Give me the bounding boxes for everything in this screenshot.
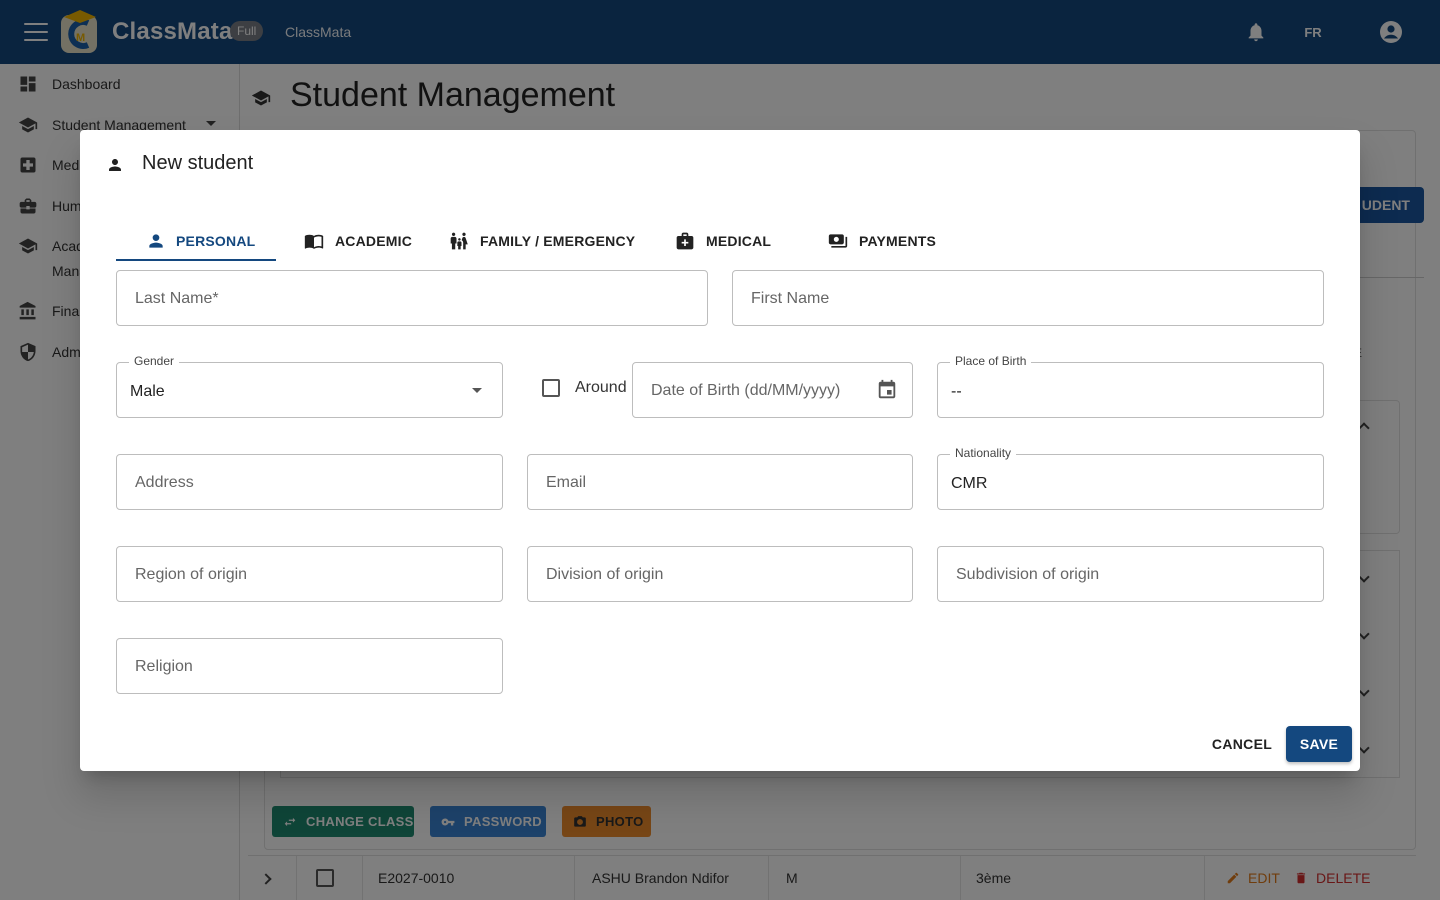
calendar-icon[interactable] [876, 379, 898, 401]
dob-placeholder: Date of Birth (dd/MM/yyyy) [651, 382, 841, 399]
dropdown-arrow-icon [472, 388, 482, 393]
email-placeholder: Email [546, 474, 587, 491]
tab-label: PAYMENTS [859, 233, 937, 249]
address-placeholder: Address [135, 474, 194, 491]
first-name-field[interactable]: First Name [732, 270, 1324, 326]
place-of-birth-field[interactable]: Place of Birth -- [937, 354, 1324, 418]
email-field[interactable]: Email [527, 454, 913, 510]
religion-field[interactable]: Religion [116, 638, 503, 694]
nationality-value: CMR [951, 475, 988, 492]
dialog-title: New student [142, 152, 254, 174]
tab-family-emergency[interactable]: FAMILY / EMERGENCY [448, 220, 635, 262]
subdivision-placeholder: Subdivision of origin [956, 566, 1100, 583]
region-placeholder: Region of origin [135, 566, 248, 583]
medical-bag-icon [676, 232, 694, 250]
place-of-birth-value: -- [951, 383, 962, 400]
book-icon [304, 234, 324, 249]
cancel-button[interactable]: CANCEL [1204, 726, 1280, 762]
tab-label: MEDICAL [706, 233, 772, 249]
tab-personal[interactable]: PERSONAL [146, 220, 255, 262]
gender-label: Gender [129, 354, 180, 368]
religion-placeholder: Religion [135, 658, 193, 675]
save-button[interactable]: SAVE [1286, 726, 1352, 762]
active-tab-indicator [116, 259, 276, 261]
tab-medical[interactable]: MEDICAL [674, 220, 771, 262]
last-name-placeholder: Last Name* [135, 290, 219, 307]
person-icon [109, 159, 121, 171]
region-of-origin-field[interactable]: Region of origin [116, 546, 503, 602]
tab-payments[interactable]: PAYMENTS [827, 220, 936, 262]
nationality-field[interactable]: Nationality CMR [937, 446, 1324, 510]
place-of-birth-label: Place of Birth [950, 354, 1032, 368]
gender-value: Male [130, 383, 165, 400]
division-placeholder: Division of origin [546, 566, 664, 583]
gender-select[interactable]: Gender Male [116, 354, 503, 418]
tab-label: PERSONAL [176, 233, 256, 249]
payments-icon [828, 234, 848, 248]
family-icon [450, 232, 468, 250]
last-name-field[interactable]: Last Name* [116, 270, 708, 326]
date-of-birth-field[interactable]: Date of Birth (dd/MM/yyyy) [632, 362, 913, 418]
tab-label: ACADEMIC [335, 233, 413, 249]
around-label: Around [575, 379, 627, 396]
address-field[interactable]: Address [116, 454, 503, 510]
new-student-dialog: New student PERSONAL ACADEMIC FAMILY / E… [80, 130, 1360, 771]
tab-academic[interactable]: ACADEMIC [303, 220, 412, 262]
nationality-label: Nationality [950, 446, 1017, 460]
subdivision-of-origin-field[interactable]: Subdivision of origin [937, 546, 1324, 602]
tab-label: FAMILY / EMERGENCY [480, 233, 636, 249]
division-of-origin-field[interactable]: Division of origin [527, 546, 913, 602]
person-icon [149, 234, 163, 248]
first-name-placeholder: First Name [751, 290, 830, 307]
around-checkbox[interactable] [542, 379, 560, 397]
